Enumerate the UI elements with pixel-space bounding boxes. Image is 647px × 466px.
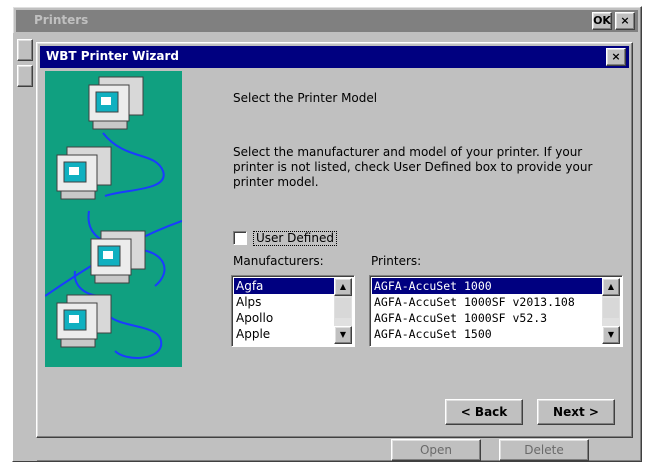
computer-icon-3 (90, 230, 146, 284)
printers-window-title: Printers (34, 13, 89, 27)
manufacturers-scrollbar[interactable]: ▲ ▼ (334, 278, 352, 344)
step-heading: Select the Printer Model (233, 91, 378, 105)
manufacturer-item[interactable]: Agfa (234, 278, 334, 294)
user-defined-checkbox[interactable] (233, 231, 247, 245)
scroll-down-arrow-icon[interactable]: ▼ (602, 326, 620, 344)
manufacturers-label: Manufacturers: (233, 254, 324, 268)
scroll-up-arrow-icon[interactable]: ▲ (602, 278, 620, 296)
delete-button[interactable]: Delete (499, 439, 589, 461)
next-button[interactable]: Next > (537, 399, 615, 425)
printers-left-strip (13, 33, 37, 461)
left-tab-1[interactable] (17, 39, 33, 61)
printer-item[interactable]: AGFA-AccuSet 1500 (372, 326, 602, 342)
printers-titlebar[interactable]: Printers OK × (16, 10, 638, 32)
scroll-up-arrow-icon[interactable]: ▲ (334, 278, 352, 296)
scroll-thumb[interactable] (603, 298, 619, 318)
manufacturers-listbox[interactable]: Agfa Alps Apollo Apple ▲ ▼ (231, 275, 355, 347)
wizard-title: WBT Printer Wizard (46, 49, 180, 63)
user-defined-label[interactable]: User Defined (253, 231, 337, 246)
printer-item[interactable]: AGFA-AccuSet 1000SF v2013.108 (372, 294, 602, 310)
network-computers-graphic (45, 76, 182, 359)
computer-icon-2 (56, 146, 112, 200)
wizard-titlebar[interactable]: WBT Printer Wizard × (40, 46, 629, 68)
manufacturer-item[interactable]: Alps (234, 294, 334, 310)
ok-button[interactable]: OK (592, 12, 612, 30)
scroll-down-arrow-icon[interactable]: ▼ (334, 326, 352, 344)
manufacturer-item[interactable]: Apple (234, 326, 334, 342)
printer-wizard-dialog: WBT Printer Wizard × Select the Printer … (36, 42, 633, 438)
close-icon[interactable]: × (615, 12, 635, 30)
left-tab-2[interactable] (17, 65, 33, 87)
printers-label: Printers: (371, 254, 422, 268)
computer-icon-1 (88, 76, 144, 130)
open-button[interactable]: Open (391, 439, 481, 461)
printers-scrollbar[interactable]: ▲ ▼ (602, 278, 620, 344)
wizard-close-icon[interactable]: × (606, 48, 626, 66)
network-illustration (45, 71, 182, 367)
manufacturer-item[interactable]: Apollo (234, 310, 334, 326)
scroll-thumb[interactable] (335, 298, 351, 318)
back-button[interactable]: < Back (445, 399, 523, 425)
computer-icon-4 (56, 294, 112, 348)
printer-item[interactable]: AGFA-AccuSet 1000SF v52.3 (372, 310, 602, 326)
printer-item[interactable]: AGFA-AccuSet 1000 (372, 278, 602, 294)
step-instructions: Select the manufacturer and model of you… (233, 145, 593, 189)
printers-listbox[interactable]: AGFA-AccuSet 1000 AGFA-AccuSet 1000SF v2… (369, 275, 623, 347)
